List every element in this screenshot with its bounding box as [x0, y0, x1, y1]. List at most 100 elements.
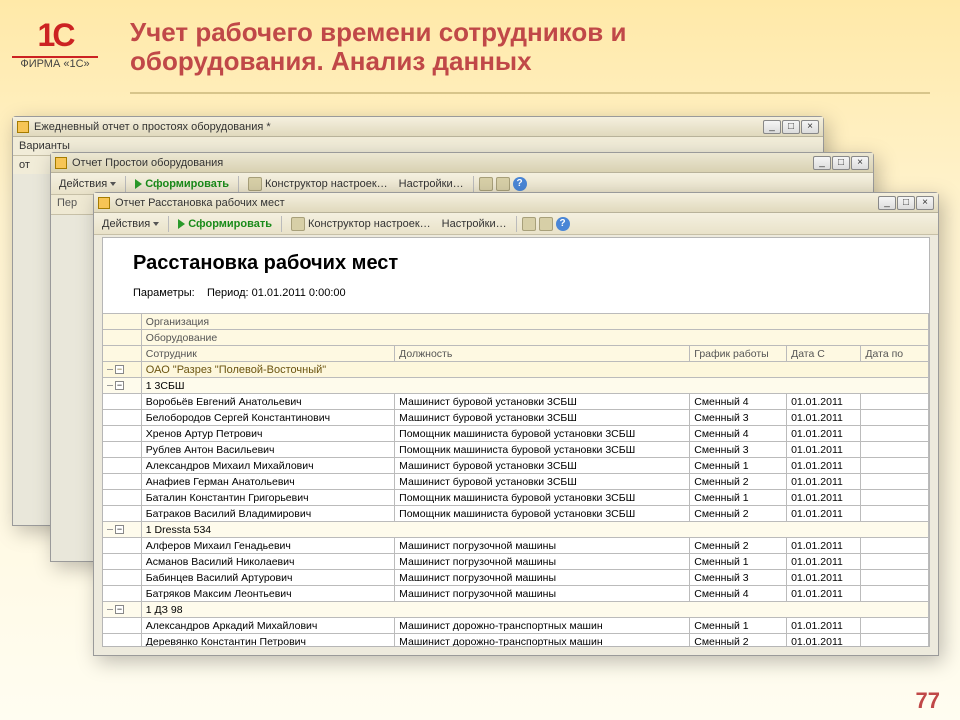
- constructor-button[interactable]: Конструктор настроек…: [244, 175, 392, 193]
- schedule: Сменный 2: [690, 538, 787, 554]
- equipment-name: 1 ДЗ 98: [141, 602, 928, 618]
- cell: [103, 394, 141, 410]
- title-underline: [130, 92, 930, 94]
- tree-toggle: −: [103, 602, 141, 618]
- schedule: Сменный 1: [690, 458, 787, 474]
- schedule: Сменный 4: [690, 586, 787, 602]
- window-titlebar[interactable]: Отчет Расстановка рабочих мест _ □ ×: [94, 193, 938, 213]
- gear-icon: [291, 217, 305, 231]
- cell: [103, 410, 141, 426]
- date-from: 01.01.2011: [787, 554, 861, 570]
- close-button[interactable]: ×: [916, 196, 934, 210]
- constructor-button[interactable]: Конструктор настроек…: [287, 215, 435, 233]
- collapse-icon[interactable]: −: [115, 381, 124, 390]
- minimize-button[interactable]: _: [763, 120, 781, 134]
- header-sched: График работы: [690, 346, 787, 362]
- table-row: Оборудование: [103, 330, 929, 346]
- employee: Батряков Максим Леонтьевич: [141, 586, 394, 602]
- window-title-text: Отчет Простои оборудования: [72, 157, 223, 169]
- cell: [103, 634, 141, 648]
- date-to: [861, 426, 929, 442]
- employee: Хренов Артур Петрович: [141, 426, 394, 442]
- form-button[interactable]: Сформировать: [174, 216, 276, 232]
- play-icon: [178, 219, 185, 229]
- table-row: −ОАО "Разрез "Полевой-Восточный": [103, 362, 929, 378]
- table-row: − 1 ДЗ 98: [103, 602, 929, 618]
- date-to: [861, 410, 929, 426]
- date-from: 01.01.2011: [787, 634, 861, 648]
- logo-mark: 1С: [20, 10, 90, 60]
- table-row: Батряков Максим ЛеонтьевичМашинист погру…: [103, 586, 929, 602]
- window-title-text: Ежедневный отчет о простоях оборудования…: [34, 121, 271, 133]
- chevron-down-icon: [110, 182, 116, 186]
- collapse-icon[interactable]: −: [115, 525, 124, 534]
- employee: Асманов Василий Николаевич: [141, 554, 394, 570]
- position: Помощник машиниста буровой установки 3СБ…: [395, 506, 690, 522]
- cell: [103, 570, 141, 586]
- header-org: Организация: [141, 314, 928, 330]
- table-row: Бабинцев Василий АртуровичМашинист погру…: [103, 570, 929, 586]
- window-titlebar[interactable]: Ежедневный отчет о простоях оборудования…: [13, 117, 823, 137]
- employee: Батраков Василий Владимирович: [141, 506, 394, 522]
- toolbar: Действия Сформировать Конструктор настро…: [94, 213, 938, 235]
- collapse-icon[interactable]: −: [115, 365, 124, 374]
- date-from: 01.01.2011: [787, 426, 861, 442]
- collapse-icon[interactable]: −: [115, 605, 124, 614]
- maximize-button[interactable]: □: [897, 196, 915, 210]
- form-button[interactable]: Сформировать: [131, 176, 233, 192]
- tree-toggle: −: [103, 522, 141, 538]
- date-to: [861, 538, 929, 554]
- close-button[interactable]: ×: [801, 120, 819, 134]
- employee: Анафиев Герман Анатольевич: [141, 474, 394, 490]
- tree-toggle: −: [103, 378, 141, 394]
- date-from: 01.01.2011: [787, 538, 861, 554]
- header-dateto: Дата по: [861, 346, 929, 362]
- date-to: [861, 490, 929, 506]
- position: Машинист буровой установки 3СБШ: [395, 410, 690, 426]
- minimize-button[interactable]: _: [878, 196, 896, 210]
- maximize-button[interactable]: □: [832, 156, 850, 170]
- date-to: [861, 474, 929, 490]
- position: Машинист буровой установки 3СБШ: [395, 474, 690, 490]
- position: Машинист дорожно-транспортных машин: [395, 618, 690, 634]
- window-titlebar[interactable]: Отчет Простои оборудования _ □ ×: [51, 153, 873, 173]
- settings-button[interactable]: Настройки…: [395, 176, 468, 192]
- tool-icon[interactable]: [522, 217, 536, 231]
- position: Машинист дорожно-транспортных машин: [395, 634, 690, 648]
- date-from: 01.01.2011: [787, 490, 861, 506]
- help-icon[interactable]: ?: [556, 217, 570, 231]
- table-row: СотрудникДолжностьГрафик работыДата СДат…: [103, 346, 929, 362]
- app-icon: [55, 157, 67, 169]
- position: Машинист погрузочной машины: [395, 538, 690, 554]
- cell: [103, 538, 141, 554]
- employee: Деревянко Константин Петрович: [141, 634, 394, 648]
- header-eq: Оборудование: [141, 330, 928, 346]
- schedule: Сменный 1: [690, 554, 787, 570]
- tool-icon[interactable]: [539, 217, 553, 231]
- equipment-name: 1 3СБШ: [141, 378, 928, 394]
- actions-menu[interactable]: Действия: [98, 216, 163, 232]
- tool-icon[interactable]: [479, 177, 493, 191]
- minimize-button[interactable]: _: [813, 156, 831, 170]
- actions-menu[interactable]: Действия: [55, 176, 120, 192]
- report-area[interactable]: Расстановка рабочих мест Параметры: Пери…: [102, 237, 930, 647]
- cell: [103, 314, 141, 330]
- position: Помощник машиниста буровой установки 3СБ…: [395, 426, 690, 442]
- date-to: [861, 634, 929, 648]
- cell: [103, 586, 141, 602]
- schedule: Сменный 2: [690, 634, 787, 648]
- date-from: 01.01.2011: [787, 410, 861, 426]
- tool-icon[interactable]: [496, 177, 510, 191]
- settings-button[interactable]: Настройки…: [438, 216, 511, 232]
- maximize-button[interactable]: □: [782, 120, 800, 134]
- schedule: Сменный 3: [690, 570, 787, 586]
- slide-title-line2: оборудования. Анализ данных: [130, 46, 532, 76]
- schedule: Сменный 2: [690, 474, 787, 490]
- help-icon[interactable]: ?: [513, 177, 527, 191]
- header-datefrom: Дата С: [787, 346, 861, 362]
- employee: Александров Аркадий Михайлович: [141, 618, 394, 634]
- close-button[interactable]: ×: [851, 156, 869, 170]
- date-from: 01.01.2011: [787, 394, 861, 410]
- date-from: 01.01.2011: [787, 570, 861, 586]
- date-from: 01.01.2011: [787, 442, 861, 458]
